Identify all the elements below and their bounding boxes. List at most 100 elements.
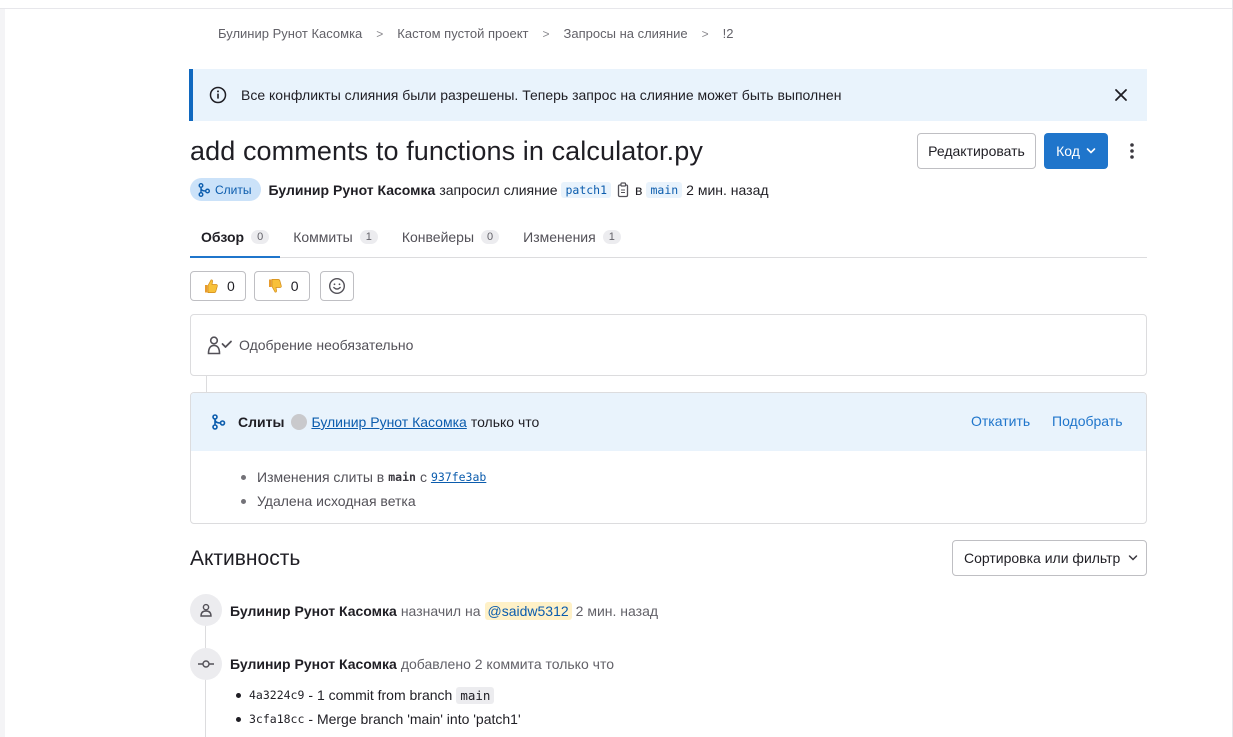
info-icon [209,86,227,104]
event-time: 2 мин. назад [575,603,659,619]
merge-icon [212,414,226,430]
commit-icon [198,660,214,668]
event-text: добавлено 2 коммита только что [400,656,614,672]
avatar [291,414,308,430]
commit-message: - 1 commit from branch [308,687,453,703]
breadcrumb-item-project[interactable]: Кастом пустой проект [397,26,528,41]
commit-branch: main [456,686,495,704]
source-branch[interactable]: patch1 [561,181,612,198]
tab-overview[interactable]: Обзор 0 [190,217,281,258]
merged-by-user[interactable]: Булинир Рунот Касомка [311,414,466,430]
tab-count: 0 [481,230,500,244]
commit-sha[interactable]: 3cfa18cc [249,712,304,726]
info-alert: Все конфликты слияния были разрешены. Те… [189,69,1147,121]
merged-when: только что [470,414,540,430]
merged-details: Изменения слиты в main с 937fe3ab Удален… [191,451,1146,513]
kebab-icon [1130,143,1134,159]
thumbs-up-icon [205,279,218,293]
tab-label: Обзор [201,229,245,245]
chevron-right-icon: > [376,26,384,41]
approval-text: Одобрение необязательно [239,337,414,353]
user-mention[interactable]: @saidw5312 [484,602,572,620]
chevron-right-icon: > [701,26,709,41]
tab-label: Изменения [523,229,596,245]
mr-in: в [635,181,643,198]
tab-commits[interactable]: Коммиты 1 [282,217,389,257]
tab-label: Конвейеры [401,229,475,245]
merged-widget: Слиты Булинир Рунот Касомка только что О… [190,392,1147,524]
copy-icon[interactable] [617,181,631,198]
commit-list: 4a3224c9 - 1 commit from branch main 3cf… [236,683,521,731]
event-user[interactable]: Булинир Рунот Касомка [230,603,397,619]
sort-filter-label: Сортировка или фильтр [964,550,1121,566]
merge-icon [198,182,210,197]
tab-count: 0 [251,230,270,244]
breadcrumb: Булинир Рунот Касомка > Кастом пустой пр… [218,26,734,41]
activity-event: Булинир Рунот Касомка назначил на @saidw… [230,601,658,621]
bullet-dot [241,498,246,504]
list-item: 3cfa18cc - Merge branch 'main' into 'pat… [236,707,521,731]
user-icon [200,603,212,617]
left-sidebar-edge [0,9,5,737]
target-branch[interactable]: main [646,181,683,198]
tab-count: 1 [602,230,621,244]
tab-count: 1 [359,230,378,244]
event-user[interactable]: Булинир Рунот Касомка [230,656,397,672]
edit-button[interactable]: Редактировать [917,133,1036,169]
merged-label: Слиты [238,414,285,430]
breadcrumb-item-merge-requests[interactable]: Запросы на слияние [564,26,688,41]
timeline-commit-icon [190,648,222,680]
breadcrumb-item-group[interactable]: Булинир Рунот Касомка [218,26,362,41]
merged-line1-prefix: Изменения слиты в [257,469,385,485]
merge-commit-link[interactable]: 937fe3ab [431,470,486,484]
mr-author[interactable]: Булинир Рунот Касомка [269,182,436,198]
timeline-connector [206,376,207,392]
mr-time: 2 мин. назад [686,181,769,198]
list-item: Удалена исходная ветка [241,489,1146,513]
bullet-dot [241,474,246,480]
sort-filter-dropdown[interactable]: Сортировка или фильтр [952,540,1147,576]
merged-target-branch: main [388,470,416,484]
merged-line1-mid: с [419,469,427,485]
more-actions-button[interactable] [1121,139,1143,163]
timeline-user-icon [190,594,222,626]
add-reaction-button[interactable] [319,271,354,301]
merged-line2: Удалена исходная ветка [257,493,416,509]
alert-text: Все конфликты слияния были разрешены. Те… [241,87,842,103]
breadcrumb-item-current[interactable]: !2 [723,26,734,41]
activity-title: Активность [190,547,301,570]
commit-sha[interactable]: 4a3224c9 [249,688,304,702]
thumbs-down-button[interactable]: 0 [253,271,310,301]
close-icon[interactable] [1112,86,1130,104]
cherry-pick-button[interactable]: Подобрать [1052,413,1123,429]
revert-button[interactable]: Откатить [971,413,1030,429]
top-divider [0,8,1233,9]
list-item: 4a3224c9 - 1 commit from branch main [236,683,521,707]
status-badge-label: Слиты [215,182,252,197]
approval-widget: Одобрение необязательно [190,314,1147,376]
activity-event: Булинир Рунот Касомка добавлено 2 коммит… [230,654,614,674]
chevron-right-icon: > [542,26,550,41]
commit-message: - Merge branch 'main' into 'patch1' [308,711,521,727]
mr-meta: Слиты Булинир Рунот Касомка запросил сли… [190,178,769,201]
reactions-bar: 0 0 [190,271,354,301]
approval-icon [207,336,232,355]
tab-label: Коммиты [293,229,353,245]
thumbs-up-count: 0 [227,278,235,294]
tab-pipelines[interactable]: Конвейеры 0 [391,217,510,257]
thumbs-down-icon [268,279,282,293]
code-dropdown-button[interactable]: Код [1044,133,1108,169]
page-title: add comments to functions in calculator.… [190,136,703,166]
list-item: Изменения слиты в main с 937fe3ab [241,465,1146,489]
chevron-down-icon [1129,555,1138,561]
tab-changes[interactable]: Изменения 1 [512,217,632,257]
bullet-dot [236,692,241,698]
mr-verb: запросил слияние [439,181,558,198]
chevron-down-icon [1086,148,1096,154]
event-text: назначил на [400,603,481,619]
bullet-dot [236,716,241,722]
thumbs-up-button[interactable]: 0 [190,271,246,301]
status-badge: Слиты [190,178,261,201]
code-button-label: Код [1056,143,1080,159]
merged-header: Слиты Булинир Рунот Касомка только что О… [191,393,1146,451]
